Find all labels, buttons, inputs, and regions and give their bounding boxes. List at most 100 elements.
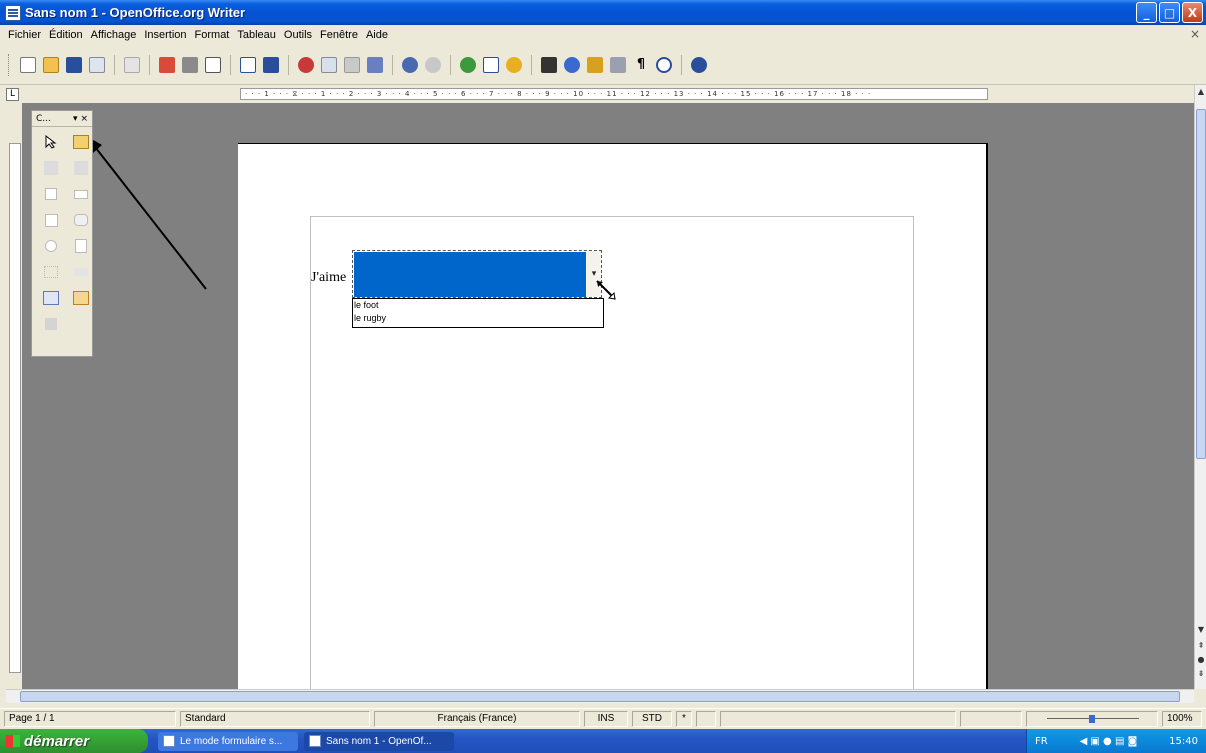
taskbar-item-label: Le mode formulaire s... <box>180 736 283 747</box>
scroll-down-icon[interactable]: ▼ <box>1196 625 1206 637</box>
horizontal-scroll-thumb[interactable] <box>20 691 1180 702</box>
close-document-icon[interactable]: × <box>1190 27 1200 41</box>
form-design-icon[interactable] <box>72 289 90 307</box>
start-label: démarrer <box>24 732 90 750</box>
draw-icon[interactable] <box>504 55 524 75</box>
clock[interactable]: 15:40 <box>1169 736 1198 747</box>
navigator-icon[interactable] <box>562 55 582 75</box>
vertical-scroll-thumb[interactable] <box>1196 109 1206 459</box>
taskbar-item-active[interactable]: Sans nom 1 - OpenOf... <box>304 732 454 751</box>
menu-fenetre[interactable]: Fenêtre <box>316 29 362 41</box>
menu-tableau[interactable]: Tableau <box>233 29 280 41</box>
redo-icon[interactable] <box>423 55 443 75</box>
menu-aide[interactable]: Aide <box>362 29 392 41</box>
vertical-scrollbar[interactable]: ▲ ▼ ⇞ ● ⇟ <box>1194 85 1206 689</box>
print-icon[interactable] <box>180 55 200 75</box>
menu-format[interactable]: Format <box>191 29 234 41</box>
zoom-icon[interactable] <box>654 55 674 75</box>
find-icon[interactable] <box>539 55 559 75</box>
combo-options-list[interactable]: le foot le rugby <box>352 298 604 328</box>
select-pointer-icon[interactable] <box>42 133 60 151</box>
page-style[interactable]: Standard <box>180 711 370 727</box>
listbox-control-icon <box>42 211 60 229</box>
list-item[interactable]: le rugby <box>354 312 603 325</box>
toolbar-separator <box>288 54 289 75</box>
hyperlink-icon[interactable] <box>458 55 478 75</box>
view-layout-icon[interactable] <box>960 711 1022 727</box>
menu-outils[interactable]: Outils <box>280 29 316 41</box>
pdf-icon[interactable] <box>157 55 177 75</box>
new-icon[interactable] <box>18 55 38 75</box>
title-bar: Sans nom 1 - OpenOffice.org Writer _ □ X <box>0 0 1206 25</box>
navigation-icon[interactable]: ● <box>1196 655 1206 667</box>
previous-page-icon[interactable]: ⇞ <box>1196 641 1206 653</box>
nonprinting-chars-icon[interactable]: ¶ <box>631 55 651 75</box>
start-button[interactable]: démarrer <box>0 729 148 753</box>
document-text-label[interactable]: J'aime <box>311 270 346 286</box>
menu-edition[interactable]: Édition <box>45 29 87 41</box>
copy-icon[interactable] <box>319 55 339 75</box>
document-icon <box>163 735 175 747</box>
maximize-button[interactable]: □ <box>1159 2 1180 23</box>
toolbar-separator <box>114 54 115 75</box>
undo-icon[interactable] <box>400 55 420 75</box>
selection-mode[interactable]: STD <box>632 711 672 727</box>
table-icon[interactable] <box>481 55 501 75</box>
vertical-ruler-track[interactable] <box>9 143 21 673</box>
zoom-slider[interactable] <box>1026 711 1158 727</box>
form-navigator-icon[interactable] <box>42 289 60 307</box>
digital-signature[interactable] <box>696 711 716 727</box>
gallery-icon[interactable] <box>585 55 605 75</box>
zoom-level[interactable]: 100% <box>1162 711 1202 727</box>
menu-insertion[interactable]: Insertion <box>140 29 190 41</box>
writer-app-icon[interactable] <box>5 4 21 21</box>
vertical-ruler <box>6 103 22 689</box>
pushbutton-control-icon <box>72 211 90 229</box>
menu-affichage[interactable]: Affichage <box>87 29 141 41</box>
menu-bar: Fichier Édition Affichage Insertion Form… <box>0 25 1206 45</box>
form-controls-header[interactable]: C... ▾ × <box>32 111 92 127</box>
datasource-icon[interactable] <box>608 55 628 75</box>
scroll-up-icon[interactable]: ▲ <box>1196 87 1206 99</box>
minimize-button[interactable]: _ <box>1136 2 1157 23</box>
document-page[interactable]: J'aime ▾ le foot le rugby <box>238 143 988 689</box>
standard-toolbar: ¶ <box>0 45 1206 85</box>
form-properties-icon <box>72 159 90 177</box>
resize-cursor-icon <box>596 280 616 300</box>
tab-stop-selector[interactable]: L <box>6 88 19 101</box>
horizontal-scrollbar[interactable] <box>6 689 1194 703</box>
tray-icons[interactable]: ◀ ▣ ● ▤ ◙ <box>1080 736 1138 747</box>
autospell-icon[interactable] <box>261 55 281 75</box>
format-paintbrush-icon[interactable] <box>365 55 385 75</box>
paste-icon[interactable] <box>342 55 362 75</box>
toolbar-menu-icon[interactable]: ▾ <box>73 114 78 124</box>
language-bar[interactable]: FR <box>1035 736 1048 747</box>
close-button[interactable]: X <box>1182 2 1203 23</box>
label-field-control-icon <box>72 263 90 281</box>
page-indicator[interactable]: Page 1 / 1 <box>4 711 176 727</box>
combo-box-field[interactable] <box>354 252 586 297</box>
help-icon[interactable] <box>689 55 709 75</box>
language-indicator[interactable]: Français (France) <box>374 711 580 727</box>
open-icon[interactable] <box>41 55 61 75</box>
design-mode-icon[interactable] <box>72 133 90 151</box>
save-icon[interactable] <box>64 55 84 75</box>
insert-mode[interactable]: INS <box>584 711 628 727</box>
taskbar-item[interactable]: Le mode formulaire s... <box>158 732 298 751</box>
cut-icon[interactable] <box>296 55 316 75</box>
menu-fichier[interactable]: Fichier <box>4 29 45 41</box>
spellcheck-icon[interactable] <box>238 55 258 75</box>
windows-logo-icon <box>6 735 20 747</box>
horizontal-ruler[interactable]: · · · 1 · · · ⧖ · · · 1 · · · 2 · · · 3 … <box>240 88 988 100</box>
status-bar: Page 1 / 1 Standard Français (France) IN… <box>0 708 1206 728</box>
email-icon[interactable] <box>87 55 107 75</box>
edit-icon[interactable] <box>122 55 142 75</box>
preview-icon[interactable] <box>203 55 223 75</box>
modified-indicator: * <box>676 711 692 727</box>
combo-box-control[interactable]: ▾ <box>352 250 602 298</box>
toolbar-grip[interactable] <box>8 53 11 76</box>
control-properties-icon <box>42 159 60 177</box>
next-page-icon[interactable]: ⇟ <box>1196 669 1206 681</box>
toolbar-close-icon[interactable]: × <box>80 114 88 124</box>
list-item[interactable]: le foot <box>354 299 603 312</box>
